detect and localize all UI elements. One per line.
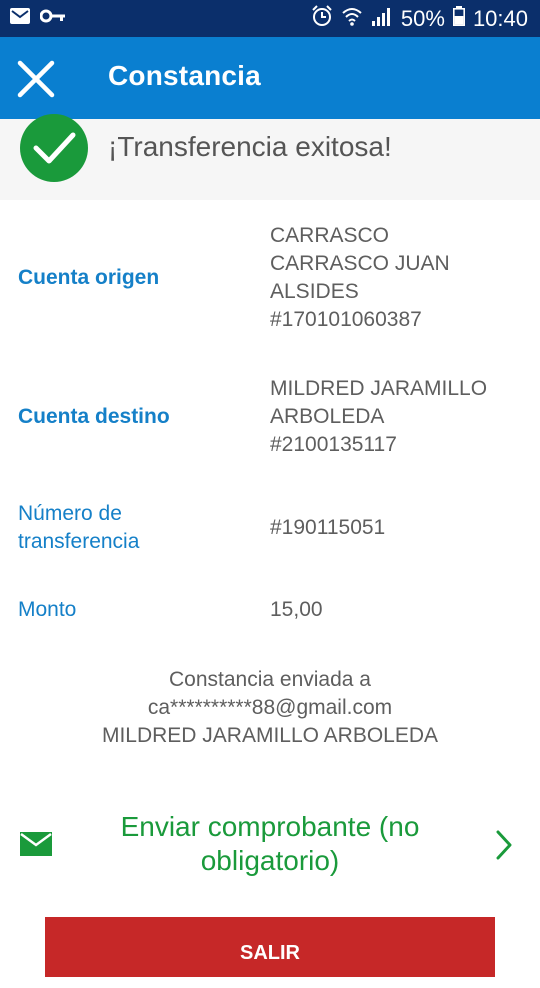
origin-account-label: Cuenta origen: [18, 266, 160, 289]
amount-label: Monto: [18, 598, 77, 621]
key-icon: [39, 9, 66, 28]
destination-account-value: MILDRED JARAMILLO ARBOLEDA #2100135117: [270, 377, 488, 456]
transfer-number-label: Número de transferencia: [18, 502, 140, 553]
send-receipt-button[interactable]: Enviar comprobante (no obligatorio): [0, 808, 540, 888]
receipt-sent-notice: Constancia enviada a ca**********88@gmai…: [101, 668, 439, 747]
success-message: ¡Transferencia exitosa!: [108, 131, 392, 162]
chevron-right-icon: [494, 828, 514, 862]
signal-icon: [371, 6, 393, 32]
origin-account-value: CARRASCO CARRASCO JUAN ALSIDES #17010106…: [270, 224, 450, 331]
gmail-icon: [10, 8, 30, 29]
close-icon[interactable]: [16, 59, 56, 99]
envelope-icon: [20, 832, 52, 856]
battery-icon: [452, 6, 465, 32]
success-banner: ¡Transferencia exitosa!: [0, 114, 540, 200]
alarm-icon: [311, 5, 333, 33]
page-title: Constancia: [108, 60, 261, 91]
send-receipt-label: Enviar comprobante (no obligatorio): [120, 811, 420, 876]
check-circle-icon: [20, 114, 88, 182]
battery-percent: 50%: [400, 6, 445, 31]
exit-button[interactable]: SALIR: [45, 917, 495, 977]
status-bar: 50% 10:40: [0, 0, 540, 37]
clock: 10:40: [472, 6, 528, 31]
transfer-number-value: #190115051: [270, 516, 386, 539]
amount-value: 15,00: [270, 598, 323, 621]
wifi-icon: [341, 5, 363, 33]
app-bar: Constancia: [0, 37, 540, 119]
destination-account-label: Cuenta destino: [18, 405, 170, 428]
